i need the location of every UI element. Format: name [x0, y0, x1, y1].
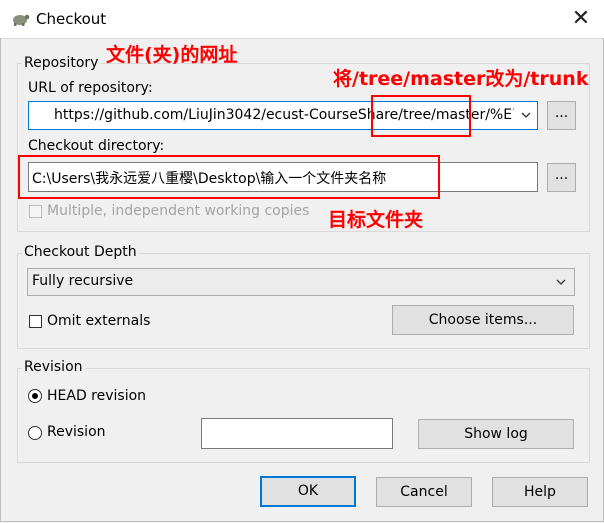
window-title: Checkout: [36, 10, 107, 28]
close-button[interactable]: ✕: [566, 4, 596, 34]
multiple-copies-label: Multiple, independent working copies: [47, 203, 310, 219]
annotation-replace-note: 将/tree/master改为/trunk: [333, 68, 589, 90]
omit-externals-checkbox[interactable]: [29, 315, 42, 328]
head-revision-label: HEAD revision: [47, 388, 147, 404]
multiple-copies-checkbox[interactable]: [29, 205, 42, 218]
omit-externals-label: Omit externals: [47, 313, 151, 329]
depth-select[interactable]: Fully recursive: [27, 268, 575, 296]
annotation-dir-box: [18, 155, 440, 199]
cancel-button[interactable]: Cancel: [376, 477, 472, 507]
show-log-button[interactable]: Show log: [418, 419, 574, 449]
tortoise-icon: [13, 14, 30, 26]
chevron-down-icon: [521, 112, 531, 118]
revision-label: Revision: [47, 424, 106, 440]
depth-select-value: Fully recursive: [32, 273, 134, 289]
choose-items-button[interactable]: Choose items...: [392, 305, 574, 335]
url-dropdown-arrow[interactable]: [517, 102, 535, 129]
depth-group-label: Checkout Depth: [22, 244, 139, 260]
radio-selected-dot: [32, 393, 38, 399]
annotation-url-note: 文件(夹)的网址: [106, 44, 238, 66]
dir-browse-button[interactable]: ...: [547, 163, 576, 192]
checkout-dir-label: Checkout directory:: [28, 138, 165, 154]
chevron-down-icon: [556, 279, 566, 285]
close-icon: ✕: [571, 6, 591, 31]
url-label: URL of repository:: [28, 80, 153, 96]
revision-group-label: Revision: [22, 359, 85, 375]
annotation-dir-note: 目标文件夹: [328, 209, 424, 231]
revision-radio[interactable]: [28, 426, 42, 440]
depth-dropdown-arrow[interactable]: [552, 269, 570, 295]
url-browse-button[interactable]: ...: [547, 101, 576, 130]
annotation-tree-master-box: [371, 95, 471, 137]
repository-group-label: Repository: [22, 55, 101, 71]
revision-input[interactable]: [201, 418, 393, 449]
help-button[interactable]: Help: [492, 477, 588, 507]
ok-button[interactable]: OK: [260, 476, 356, 507]
head-revision-radio[interactable]: [28, 389, 42, 403]
